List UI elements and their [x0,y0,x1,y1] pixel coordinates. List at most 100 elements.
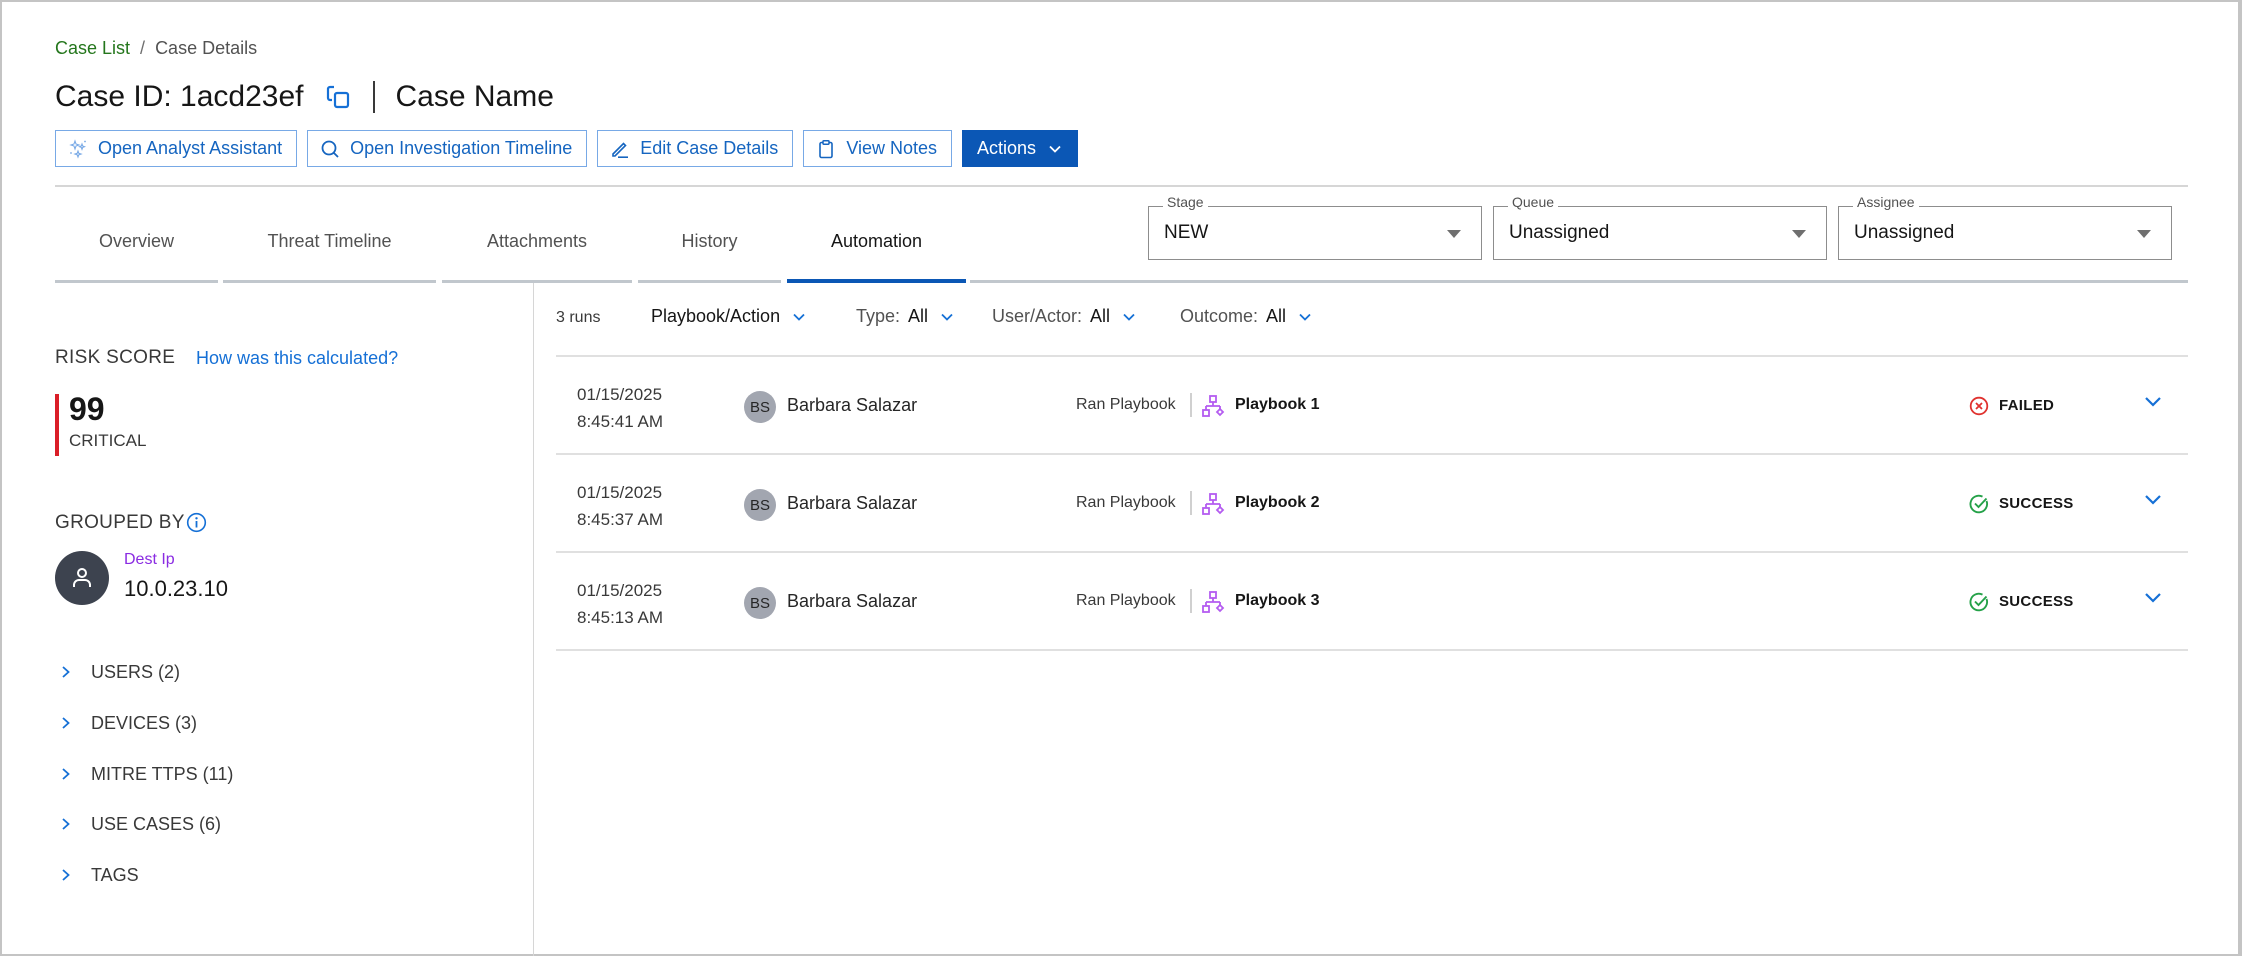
success-icon [1969,592,1988,612]
actions-dropdown-button[interactable]: Actions [962,130,1079,167]
grouped-by-label: GROUPED BY [55,512,185,533]
run-user: Barbara Salazar [787,493,918,513]
queue-label: Queue [1508,194,1559,210]
assignee-label: Assignee [1853,194,1919,210]
run-action: Ran Playbook [1076,396,1176,413]
risk-calculation-link[interactable]: How was this calculated? [196,348,398,369]
user-actor-filter[interactable]: User/Actor: All [992,306,1136,327]
user-actor-filter-label: User/Actor: [992,306,1083,326]
header-divider [55,185,2188,187]
left-panel-divider [533,283,534,956]
queue-select[interactable]: Queue Unassigned [1493,194,1827,260]
assignee-select[interactable]: Assignee Unassigned [1838,194,2172,260]
edit-case-details-label: Edit Case Details [640,138,779,158]
tab-overview[interactable]: Overview [55,200,218,282]
chevron-down-icon [941,313,953,321]
playbook-action-filter[interactable]: Playbook/Action [651,306,806,327]
playbook-link[interactable]: Playbook 3 [1235,592,1319,610]
chevron-down-icon[interactable] [2142,391,2164,413]
success-icon [1969,494,1988,514]
open-analyst-assistant-button[interactable]: Open Analyst Assistant [55,130,298,167]
playbook-link[interactable]: Playbook 1 [1235,396,1319,414]
section-users-label: USERS (2) [91,661,181,682]
section-use-cases[interactable]: USE CASES (6) [55,809,221,839]
risk-severity-bar [55,394,59,456]
info-icon[interactable] [186,512,207,533]
playbook-icon [1202,395,1225,417]
title-divider [373,81,376,113]
tab-underline-active [787,279,966,283]
risk-score-label: RISK SCORE [55,347,176,368]
section-devices[interactable]: DEVICES (3) [55,708,197,738]
entity-avatar [55,551,109,605]
chevron-right-icon [62,666,70,678]
run-date: 01/15/2025 [577,581,663,600]
tab-attachments[interactable]: Attachments [442,200,632,282]
user-avatar: BS [744,391,776,423]
outcome-filter[interactable]: Outcome: All [1180,306,1312,327]
run-user: Barbara Salazar [787,395,918,415]
run-timestamp: 01/15/2025 8:45:13 AM [577,577,663,631]
risk-severity: CRITICAL [69,431,147,450]
run-time: 8:45:41 AM [577,412,664,431]
type-filter[interactable]: Type: All [856,306,954,327]
run-user: Barbara Salazar [787,591,918,611]
run-time: 8:45:13 AM [577,608,664,627]
breadcrumb: Case List / Case Details [55,38,257,59]
open-investigation-timeline-button[interactable]: Open Investigation Timeline [307,130,588,167]
case-name: Case Name [395,80,554,113]
action-divider [1190,393,1192,417]
run-row[interactable]: 01/15/2025 8:45:41 AM BS Barbara Salazar… [556,357,2188,453]
actions-label: Actions [977,138,1037,158]
section-tags-label: TAGS [91,864,139,885]
case-id: Case ID: 1acd23ef [55,80,304,113]
type-filter-label: Type: [856,306,901,326]
run-row[interactable]: 01/15/2025 8:45:37 AM BS Barbara Salazar… [556,455,2188,551]
section-mitre-ttps-label: MITRE TTPS (11) [91,763,234,784]
outcome-filter-label: Outcome: [1180,306,1259,326]
runs-count: 3 runs [556,309,601,326]
action-divider [1190,589,1192,613]
playbook-action-filter-label: Playbook/Action [651,306,781,326]
user-actor-filter-value: All [1090,306,1111,326]
user-avatar: BS [744,587,776,619]
queue-value: Unassigned [1509,222,1610,243]
section-users[interactable]: USERS (2) [55,657,180,687]
chevron-down-icon[interactable] [2142,489,2164,511]
section-tags[interactable]: TAGS [55,860,139,890]
playbook-link[interactable]: Playbook 2 [1235,494,1319,512]
action-divider [1190,491,1192,515]
open-analyst-assistant-label: Open Analyst Assistant [98,138,283,158]
playbook-icon [1202,493,1225,515]
edit-case-details-button[interactable]: Edit Case Details [597,130,794,167]
chevron-down-icon[interactable] [2142,587,2164,609]
chevron-down-icon [1299,313,1311,321]
section-mitre-ttps[interactable]: MITRE TTPS (11) [55,759,233,789]
user-avatar: BS [744,489,776,521]
view-notes-button[interactable]: View Notes [803,130,953,167]
chevron-down-icon [793,313,805,321]
action-toolbar: Open Analyst Assistant Open Investigatio… [55,130,1079,167]
breadcrumb-case-list-link[interactable]: Case List [55,38,130,59]
tab-history[interactable]: History [638,200,781,282]
grouped-by-key: Dest Ip [124,551,175,568]
stage-value: NEW [1164,222,1209,243]
tab-underline [223,280,436,283]
run-status: SUCCESS [1999,593,2074,610]
tab-automation[interactable]: Automation [787,200,966,282]
search-icon [321,140,339,158]
stage-select[interactable]: Stage NEW [1148,194,1482,260]
chevron-right-icon [62,818,70,830]
run-status: FAILED [1999,397,2055,414]
run-date: 01/15/2025 [577,483,663,502]
copy-icon[interactable] [325,84,351,110]
run-date: 01/15/2025 [577,385,663,404]
failed-icon [1969,396,1989,416]
run-row[interactable]: 01/15/2025 8:45:13 AM BS Barbara Salazar… [556,553,2188,649]
tab-threat-timeline[interactable]: Threat Timeline [223,200,436,282]
view-notes-label: View Notes [846,138,938,158]
section-devices-label: DEVICES (3) [91,712,198,733]
run-timestamp: 01/15/2025 8:45:37 AM [577,479,663,533]
type-filter-value: All [908,306,929,326]
chevron-right-icon [62,717,70,729]
